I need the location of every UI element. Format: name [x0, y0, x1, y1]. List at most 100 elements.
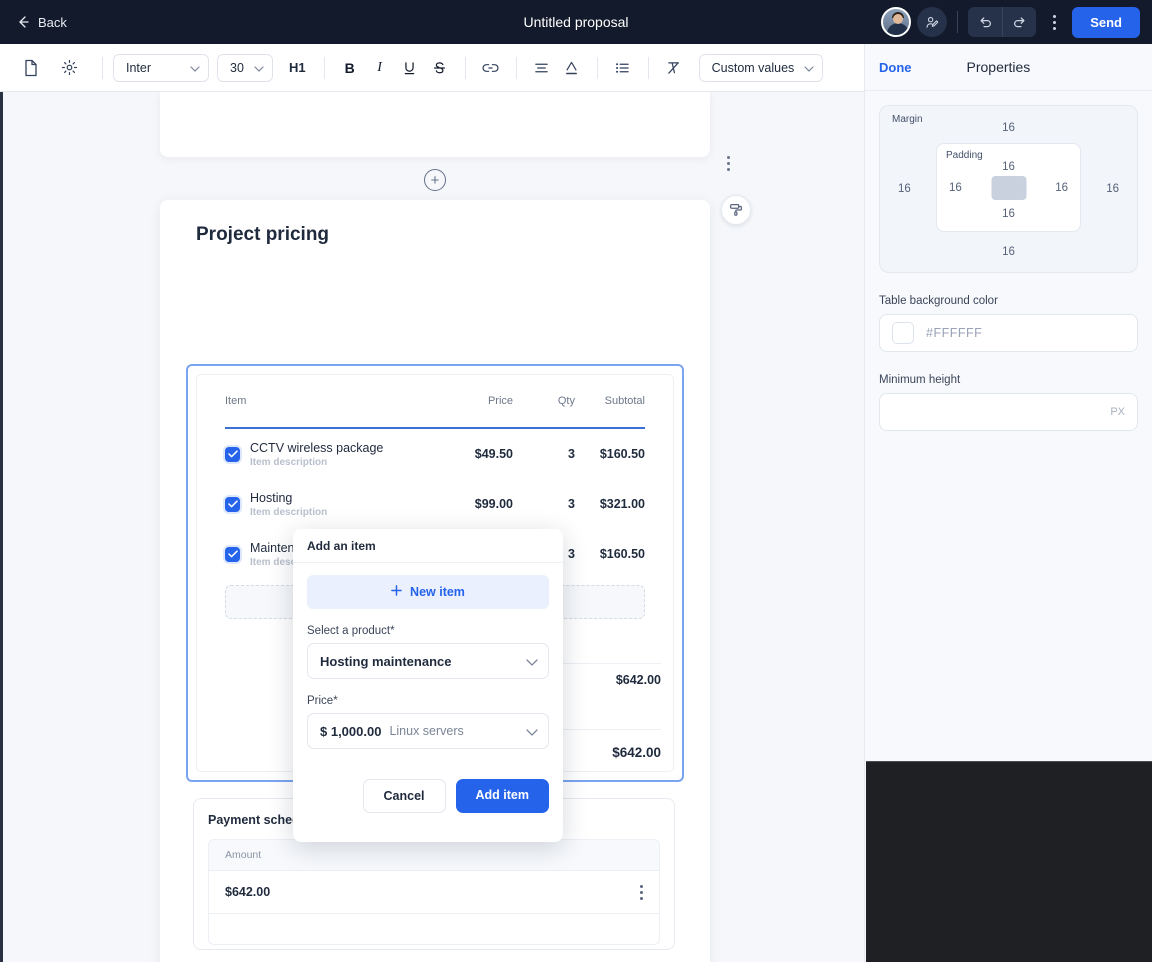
popup-actions: Cancel Add item: [307, 779, 549, 813]
back-button[interactable]: Back: [16, 15, 67, 30]
toolbar-separator: [596, 56, 598, 79]
link-icon[interactable]: [476, 53, 506, 83]
underline-icon[interactable]: [395, 53, 425, 83]
toolbar-separator: [323, 56, 325, 79]
kebab-dot: [640, 890, 643, 894]
row-checkbox[interactable]: [225, 496, 240, 512]
payment-schedule-table: Amount $642.00: [208, 839, 660, 945]
plus-circle-icon[interactable]: +: [424, 169, 446, 191]
column-header-item: Item: [225, 395, 247, 407]
bold-icon[interactable]: B: [335, 53, 365, 83]
arrow-left-icon: [16, 15, 30, 29]
toolbar-separator: [647, 56, 649, 79]
price-select[interactable]: $ 1,000.00 Linux servers: [307, 713, 549, 749]
user-avatar[interactable]: [881, 7, 912, 37]
page-icon[interactable]: [16, 53, 46, 83]
align-center-icon[interactable]: [527, 53, 557, 83]
paint-roller-icon[interactable]: [721, 195, 751, 225]
color-swatch[interactable]: [892, 322, 914, 344]
box-model-diagram[interactable]: Margin 16 16 16 16 Padding 16 16 16 16: [879, 105, 1138, 273]
gear-icon[interactable]: [54, 53, 84, 83]
product-value: Hosting maintenance: [320, 653, 452, 669]
italic-icon[interactable]: I: [365, 53, 395, 83]
content-box: [991, 175, 1026, 200]
editor-toolbar: Inter 30 H1 B I Custom values: [0, 44, 864, 92]
chevron-down-icon: [254, 61, 264, 75]
heading-button[interactable]: H1: [281, 60, 314, 75]
min-height-field[interactable]: PX: [879, 393, 1138, 431]
kebab-menu-icon[interactable]: [640, 884, 643, 900]
select-product-label: Select a product*: [307, 625, 395, 637]
color-hex-value[interactable]: #FFFFFF: [926, 326, 982, 340]
price-label: Price*: [307, 695, 338, 707]
payment-amount: $642.00: [225, 885, 271, 899]
custom-values-select[interactable]: Custom values: [698, 53, 824, 82]
custom-values-label: Custom values: [711, 60, 795, 75]
padding-bottom-value[interactable]: 16: [1002, 208, 1015, 220]
redo-icon[interactable]: [1002, 7, 1036, 37]
kebab-dot: [640, 884, 643, 888]
new-item-button[interactable]: New item: [307, 575, 549, 609]
item-subtotal: $160.50: [599, 547, 645, 561]
kebab-dot: [727, 156, 730, 159]
price-subtext: Linux servers: [389, 724, 464, 738]
text-color-icon[interactable]: [557, 53, 587, 83]
row-checkbox[interactable]: [225, 446, 240, 462]
column-header-price: Price: [487, 395, 513, 407]
previous-block-card[interactable]: [160, 92, 710, 157]
done-button[interactable]: Done: [879, 60, 912, 75]
avatar-head: [893, 14, 904, 24]
margin-right-value[interactable]: 16: [1106, 183, 1119, 195]
kebab-dot: [1052, 26, 1056, 30]
kebab-menu-icon[interactable]: [727, 156, 730, 171]
payment-header-row: Amount: [209, 840, 659, 870]
table-bg-color-label: Table background color: [879, 295, 998, 307]
table-bg-color-field[interactable]: #FFFFFF: [879, 314, 1138, 352]
item-price: $99.00: [474, 497, 513, 511]
min-height-unit: PX: [1110, 406, 1125, 418]
font-family-select[interactable]: Inter: [113, 53, 209, 82]
margin-left-value[interactable]: 16: [898, 183, 911, 195]
padding-top-value[interactable]: 16: [1002, 161, 1015, 173]
avatar-body: [887, 23, 910, 35]
user-edit-icon[interactable]: [917, 7, 948, 37]
product-select[interactable]: Hosting maintenance: [307, 643, 549, 679]
margin-top-value[interactable]: 16: [1002, 122, 1015, 134]
send-button[interactable]: Send: [1072, 6, 1140, 38]
toolbar-separator: [515, 56, 517, 79]
top-bar-actions: Send: [881, 6, 1140, 38]
padding-right-value[interactable]: 16: [1055, 182, 1068, 194]
panel-title: Properties: [966, 59, 1031, 75]
item-qty: 3: [568, 447, 575, 461]
font-family-value: Inter: [126, 60, 152, 75]
row-checkbox[interactable]: [225, 546, 240, 562]
font-size-select[interactable]: 30: [217, 53, 273, 82]
add-item-button[interactable]: Add item: [455, 779, 549, 813]
plus-icon: [391, 585, 402, 599]
kebab-dot: [727, 168, 730, 171]
item-description: Item description: [250, 456, 328, 468]
column-header-amount: Amount: [225, 849, 262, 861]
new-item-label: New item: [410, 585, 465, 599]
top-bar: Back Untitled proposal Send: [0, 0, 1152, 44]
padding-left-value[interactable]: 16: [949, 182, 962, 194]
popup-body: New item Select a product* Hosting maint…: [293, 563, 563, 825]
kebab-dot: [727, 162, 730, 165]
clear-format-icon[interactable]: [659, 53, 689, 83]
margin-bottom-value[interactable]: 16: [1002, 246, 1015, 258]
strikethrough-icon[interactable]: [425, 53, 455, 83]
cancel-button[interactable]: Cancel: [362, 779, 446, 813]
undo-icon[interactable]: [968, 7, 1002, 37]
item-name: Hosting: [250, 490, 293, 505]
table-row[interactable]: CCTV wireless package Item description $…: [213, 429, 657, 479]
chevron-down-icon: [526, 724, 538, 739]
item-qty: 3: [568, 497, 575, 511]
payment-row[interactable]: $642.00: [209, 870, 659, 914]
kebab-menu-icon[interactable]: [1042, 7, 1066, 37]
padding-box[interactable]: Padding 16 16 16 16: [936, 143, 1081, 232]
undo-redo-group: [968, 7, 1037, 37]
item-price: $49.50: [474, 447, 513, 461]
table-row[interactable]: Hosting Item description $99.00 3 $321.0…: [213, 479, 657, 529]
bullet-list-icon[interactable]: [608, 53, 638, 83]
back-label: Back: [38, 14, 67, 30]
